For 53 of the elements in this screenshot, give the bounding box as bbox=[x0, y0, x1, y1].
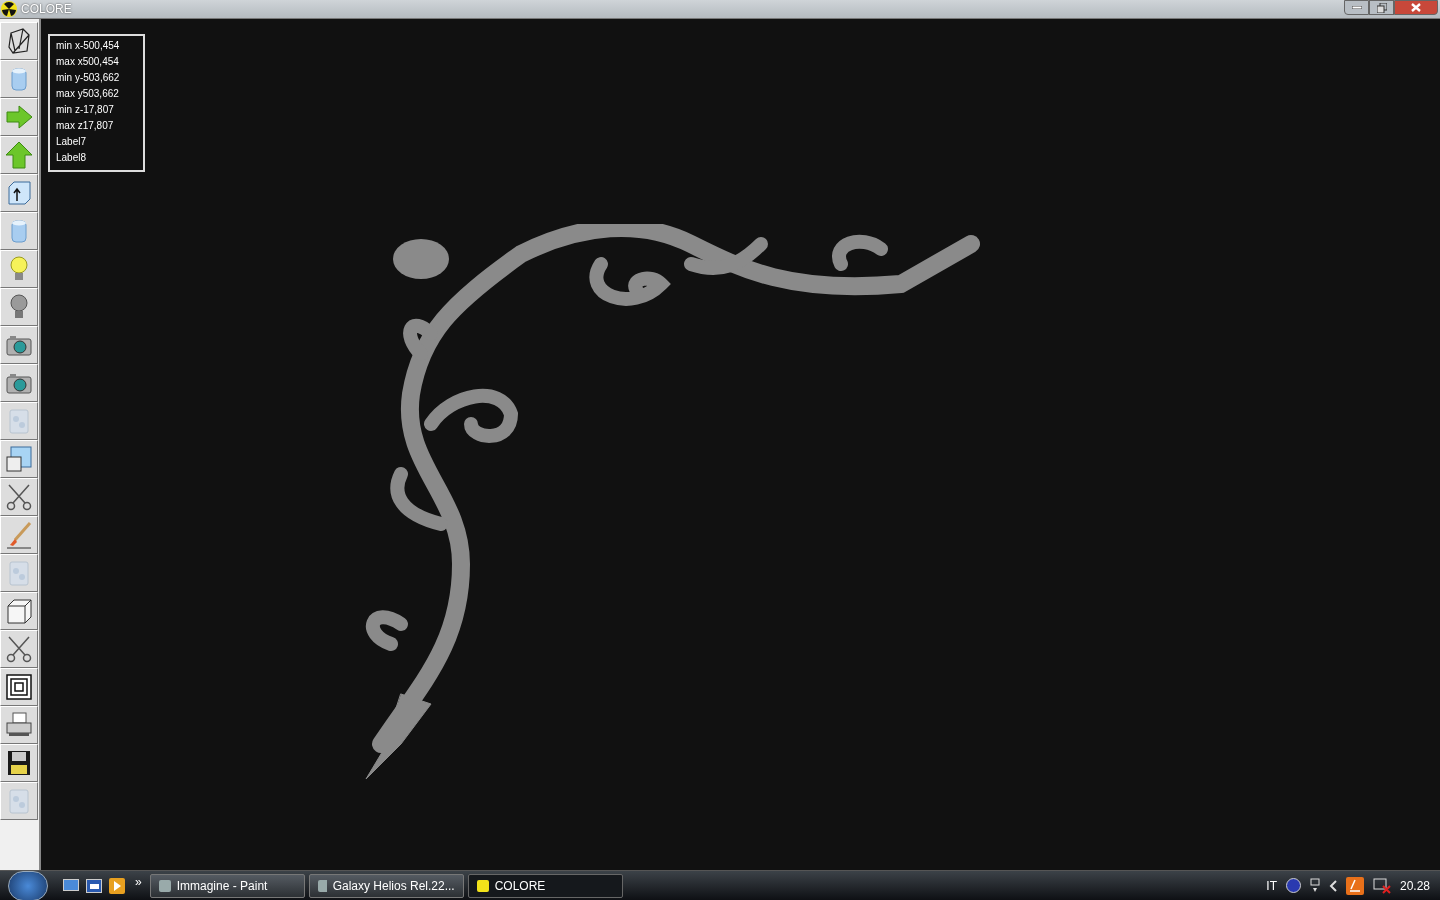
info-label: max z17,807 bbox=[56, 119, 115, 133]
info-label: Label8 bbox=[56, 151, 88, 165]
close-icon bbox=[1411, 3, 1421, 12]
taskbar-button[interactable]: COLORE bbox=[467, 873, 623, 898]
tool-button[interactable] bbox=[0, 478, 38, 516]
windows-icon[interactable] bbox=[86, 878, 102, 893]
arrow-up-icon bbox=[5, 141, 33, 169]
tool-button[interactable] bbox=[0, 706, 38, 744]
info-label: max y503,662 bbox=[56, 87, 120, 101]
concentric-squares-icon bbox=[5, 673, 33, 701]
info-label: min x-500,454 bbox=[56, 39, 121, 53]
network-icon[interactable] bbox=[1309, 878, 1320, 893]
language-indicator[interactable]: IT bbox=[1266, 876, 1277, 895]
wireframe-box-icon bbox=[5, 27, 33, 55]
printer-icon bbox=[5, 711, 33, 739]
windows-icon bbox=[5, 445, 33, 473]
cube-icon bbox=[5, 597, 33, 625]
clock: 20.28 bbox=[1399, 877, 1430, 895]
disconnected-network-icon[interactable] bbox=[1372, 877, 1391, 894]
arrow-right-icon bbox=[5, 103, 33, 131]
info-label: min y-503,662 bbox=[56, 71, 121, 85]
info-label: max x500,454 bbox=[56, 55, 120, 69]
media-player-icon[interactable] bbox=[109, 877, 125, 894]
more-button[interactable]: » bbox=[135, 873, 142, 891]
start-button[interactable] bbox=[8, 870, 48, 900]
info-label: min z-17,807 bbox=[56, 103, 115, 117]
tool-button[interactable] bbox=[0, 744, 38, 782]
brush-icon bbox=[5, 521, 33, 549]
tool-button[interactable] bbox=[0, 326, 38, 364]
app-icon bbox=[476, 879, 489, 892]
tool-button[interactable] bbox=[0, 668, 38, 706]
window-title: COLORE bbox=[21, 1, 72, 18]
scissors-icon bbox=[5, 483, 33, 511]
taskbar-button[interactable]: Immagine - Paint bbox=[149, 873, 305, 898]
scissors-icon bbox=[5, 635, 33, 663]
tool-button[interactable] bbox=[0, 630, 38, 668]
restore-button[interactable] bbox=[1369, 0, 1394, 15]
tool-button[interactable] bbox=[0, 22, 38, 60]
app-icon bbox=[158, 879, 171, 892]
radiation-icon bbox=[1, 1, 17, 17]
tray-app-icon[interactable] bbox=[1345, 876, 1364, 895]
app-icon bbox=[317, 879, 327, 892]
desktop-icon[interactable] bbox=[63, 878, 79, 893]
info-label: Label7 bbox=[56, 135, 88, 149]
tool-button[interactable] bbox=[0, 364, 38, 402]
close-button[interactable] bbox=[1394, 0, 1438, 15]
chevron-left-icon[interactable] bbox=[1328, 879, 1337, 892]
minimize-button[interactable] bbox=[1344, 0, 1369, 15]
minimize-icon bbox=[1351, 6, 1362, 9]
cube-arrow-icon bbox=[5, 179, 33, 207]
restore-icon bbox=[1376, 2, 1387, 13]
taskbar-button[interactable]: Galaxy Helios Rel.22... bbox=[308, 873, 464, 898]
tool-button[interactable] bbox=[0, 174, 38, 212]
